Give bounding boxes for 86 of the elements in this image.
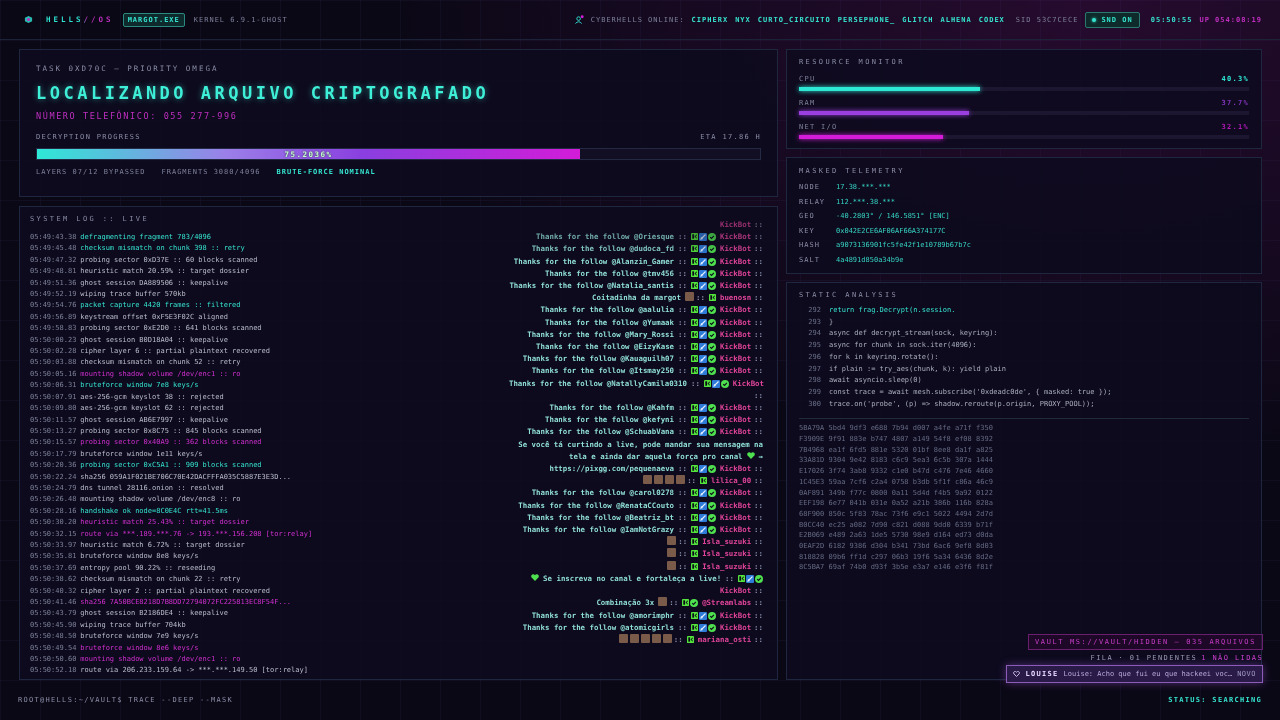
check-badge-icon <box>707 318 716 327</box>
square-badge-icon <box>690 623 698 631</box>
square-badge-icon <box>690 318 698 326</box>
check-badge-icon <box>707 343 716 352</box>
check-badge-icon <box>707 257 716 266</box>
sword-badge-icon <box>698 330 707 339</box>
check-badge-icon <box>707 623 716 632</box>
sword-badge-icon <box>698 526 707 535</box>
sword-badge-icon <box>698 233 707 242</box>
check-badge-icon <box>707 367 716 376</box>
square-badge-icon <box>690 269 698 277</box>
square-badge-icon <box>691 538 699 546</box>
sword-badge-icon <box>746 574 754 583</box>
sword-badge-icon <box>698 282 707 290</box>
check-badge-icon <box>707 282 716 290</box>
square-badge-icon <box>703 379 711 387</box>
sword-badge-icon <box>698 465 707 474</box>
check-badge-icon <box>707 465 716 474</box>
sword-badge-icon <box>698 416 707 425</box>
square-badge-icon <box>690 489 698 497</box>
logo-icon <box>24 15 33 24</box>
square-badge-icon <box>690 306 698 314</box>
square-badge-icon <box>708 294 716 302</box>
square-badge-icon <box>690 526 698 534</box>
check-badge-icon <box>707 269 716 278</box>
sword-badge-icon <box>698 245 707 254</box>
square-badge-icon <box>700 477 708 485</box>
heart-icon <box>746 451 755 459</box>
sword-badge-icon <box>698 269 707 278</box>
square-badge-icon <box>690 367 698 375</box>
square-badge-icon <box>690 233 698 241</box>
sword-badge-icon <box>698 513 707 522</box>
check-badge-icon <box>707 428 716 437</box>
sword-badge-icon <box>698 318 707 327</box>
sword-badge-icon <box>698 611 707 620</box>
square-badge-icon <box>690 465 698 473</box>
emote-picture <box>685 292 695 302</box>
sword-badge-icon <box>698 306 707 315</box>
check-badge-icon <box>720 379 729 388</box>
square-badge-icon <box>690 416 698 424</box>
square-badge-icon <box>690 611 698 619</box>
check-badge-icon <box>707 611 716 620</box>
check-badge-icon <box>755 574 763 583</box>
square-badge-icon <box>690 330 698 338</box>
square-badge-icon <box>690 428 698 436</box>
sword-badge-icon <box>698 428 707 437</box>
square-badge-icon <box>690 343 698 351</box>
check-badge-icon <box>707 404 716 413</box>
emote-picture <box>658 597 668 607</box>
sword-badge-icon <box>698 355 707 364</box>
sword-badge-icon <box>698 501 707 510</box>
users-icon <box>574 15 584 24</box>
sword-badge-icon <box>698 623 707 632</box>
sword-badge-icon <box>698 404 707 413</box>
square-badge-icon <box>690 257 698 265</box>
sword-badge-icon <box>698 257 707 266</box>
check-badge-icon <box>707 489 716 498</box>
task-title: LOCALIZANDO ARQUIVO CRIPTOGRAFADO <box>36 83 491 103</box>
square-badge-icon <box>686 635 694 643</box>
square-badge-icon <box>690 513 698 521</box>
check-badge-icon <box>707 245 716 254</box>
check-badge-icon <box>690 599 699 608</box>
heart-icon <box>1013 671 1021 677</box>
square-badge-icon <box>691 562 699 570</box>
heart-icon <box>531 573 540 581</box>
check-badge-icon <box>707 526 716 535</box>
check-badge-icon <box>707 416 716 425</box>
check-badge-icon <box>707 233 716 242</box>
square-badge-icon <box>738 574 745 582</box>
square-badge-icon <box>690 404 698 412</box>
check-badge-icon <box>707 355 716 364</box>
square-badge-icon <box>690 245 698 253</box>
check-badge-icon <box>707 513 716 522</box>
check-badge-icon <box>707 501 716 510</box>
square-badge-icon <box>690 282 698 289</box>
square-badge-icon <box>690 355 698 363</box>
sword-badge-icon <box>698 367 707 376</box>
phone-number: NÚMERO TELEFÔNICO: 055 277-996 <box>36 110 239 122</box>
sword-badge-icon <box>698 343 707 352</box>
sword-badge-icon <box>698 489 707 498</box>
square-badge-icon <box>690 501 698 509</box>
square-badge-icon <box>691 550 699 558</box>
check-badge-icon <box>707 330 716 339</box>
square-badge-icon <box>682 599 690 607</box>
check-badge-icon <box>707 306 716 315</box>
sword-badge-icon <box>711 379 720 388</box>
